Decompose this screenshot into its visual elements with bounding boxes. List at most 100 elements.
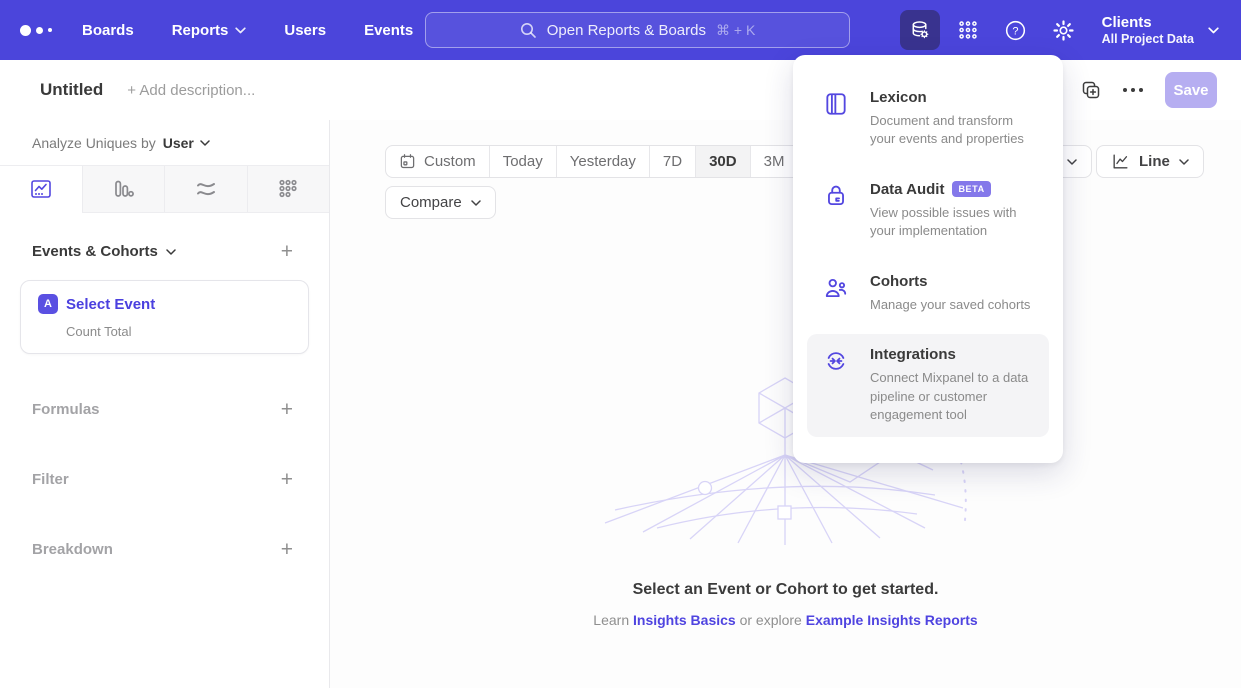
select-event-label[interactable]: Select Event (66, 296, 155, 313)
chart-type-dropdown[interactable]: Line (1096, 145, 1204, 178)
cohorts-people-icon (823, 273, 849, 314)
date-range-label: 7D (663, 153, 682, 170)
filter-label: Filter (32, 471, 69, 488)
example-insights-reports-link[interactable]: Example Insights Reports (806, 612, 978, 628)
metric-chart-tab-icon (276, 177, 300, 201)
analyze-prefix-label: Analyze Uniques by (32, 135, 156, 151)
nav-label: Reports (172, 22, 229, 39)
chevron-down-icon (166, 249, 176, 255)
global-search-input[interactable]: Open Reports & Boards ⌘ + K (425, 12, 850, 48)
nav-item-reports[interactable]: Reports (172, 22, 247, 39)
line-chart-icon (1111, 152, 1130, 171)
empty-state-subtitle: Learn Insights Basics or explore Example… (330, 612, 1241, 628)
menu-item-cohorts[interactable]: Cohorts Manage your saved cohorts (807, 261, 1049, 326)
search-icon (520, 22, 537, 39)
date-range-yesterday[interactable]: Yesterday (556, 146, 649, 177)
empty-state-title: Select an Event or Cohort to get started… (330, 581, 1241, 599)
analyze-uniques-row: Analyze Uniques by User (0, 120, 329, 166)
subtitle-text: or explore (736, 612, 806, 628)
settings-gear-icon[interactable] (1044, 10, 1084, 50)
data-management-icon[interactable] (900, 10, 940, 50)
date-range-3m[interactable]: 3M (750, 146, 798, 177)
nav-label: Events (364, 22, 413, 39)
nav-label: Boards (82, 22, 134, 39)
top-navigation-bar: Boards Reports Users Events Open Reports… (0, 0, 1241, 60)
subtitle-text: Learn (593, 612, 633, 628)
report-title[interactable]: Untitled (40, 80, 103, 100)
beta-badge: BETA (952, 181, 990, 197)
data-audit-icon (823, 181, 849, 241)
chart-type-tabs (0, 166, 329, 213)
more-options-icon[interactable] (1123, 88, 1143, 92)
breakdown-group: Breakdown + (0, 534, 329, 564)
menu-item-integrations[interactable]: Integrations Connect Mixpanel to a data … (807, 334, 1049, 436)
tab-line-chart[interactable] (0, 166, 82, 213)
date-range-label: Yesterday (570, 153, 636, 170)
formulas-group: Formulas + (0, 394, 329, 424)
events-cohorts-section-header: Events & Cohorts + (0, 241, 329, 262)
project-value: All Project Data (1102, 32, 1194, 46)
lexicon-book-icon (823, 89, 849, 149)
date-range-label: 3M (764, 153, 785, 170)
save-button[interactable]: Save (1165, 72, 1217, 108)
bar-chart-tab-icon (111, 177, 135, 201)
nav-right-actions: ? Clients All Project Data (900, 0, 1241, 60)
search-placeholder: Open Reports & Boards (547, 22, 706, 39)
search-shortcut-hint: ⌘ + K (716, 22, 755, 39)
primary-nav: Boards Reports Users Events (82, 22, 413, 39)
apps-grid-icon[interactable] (948, 10, 988, 50)
mixpanel-logo-icon[interactable] (20, 25, 60, 36)
menu-item-data-audit[interactable]: Data Audit BETA View possible issues wit… (807, 169, 1049, 253)
tab-flow-chart[interactable] (164, 166, 247, 212)
event-card[interactable]: A Select Event Count Total (20, 280, 309, 354)
events-cohorts-dropdown[interactable]: Events & Cohorts (32, 243, 176, 260)
analyze-entity-dropdown[interactable]: User (163, 135, 210, 151)
insights-basics-link[interactable]: Insights Basics (633, 612, 736, 628)
filter-group: Filter + (0, 464, 329, 494)
flow-chart-tab-icon (194, 177, 218, 201)
event-series-badge: A (38, 294, 58, 314)
tab-metric-chart[interactable] (247, 166, 330, 212)
menu-item-lexicon[interactable]: Lexicon Document and transform your even… (807, 77, 1049, 161)
date-range-label: 30D (709, 153, 737, 170)
date-range-control: Custom Today Yesterday 7D 30D 3M 6M (385, 145, 846, 178)
tab-bar-chart[interactable] (82, 166, 165, 212)
project-label: Clients (1102, 14, 1194, 33)
calendar-icon (399, 153, 416, 170)
add-event-button[interactable]: + (281, 241, 293, 262)
nav-item-boards[interactable]: Boards (82, 22, 134, 39)
date-range-today[interactable]: Today (489, 146, 556, 177)
help-icon[interactable]: ? (996, 10, 1036, 50)
duplicate-icon[interactable] (1081, 80, 1101, 100)
add-formula-button[interactable]: + (281, 399, 293, 420)
project-selector[interactable]: Clients All Project Data (1102, 14, 1219, 47)
menu-item-title: Cohorts (870, 273, 928, 290)
chart-type-label: Line (1139, 153, 1170, 170)
line-chart-tab-icon (29, 177, 53, 201)
breakdown-label: Breakdown (32, 541, 113, 558)
analyze-entity-value: User (163, 135, 194, 151)
events-cohorts-label: Events & Cohorts (32, 243, 158, 260)
data-management-menu: Lexicon Document and transform your even… (793, 55, 1063, 463)
nav-item-events[interactable]: Events (364, 22, 413, 39)
chevron-down-icon (235, 27, 246, 34)
date-range-label: Today (503, 153, 543, 170)
date-range-30d[interactable]: 30D (695, 146, 750, 177)
add-filter-button[interactable]: + (281, 469, 293, 490)
nav-item-users[interactable]: Users (284, 22, 326, 39)
menu-item-description: Document and transform your events and p… (870, 112, 1039, 149)
chevron-down-icon (1179, 159, 1189, 165)
menu-item-title: Data Audit (870, 181, 944, 198)
date-range-custom[interactable]: Custom (386, 146, 489, 177)
menu-item-description: Manage your saved cohorts (870, 296, 1030, 314)
integrations-sync-icon (823, 346, 849, 424)
compare-dropdown[interactable]: Compare (385, 186, 496, 219)
add-description-field[interactable]: + Add description... (127, 82, 255, 99)
menu-item-title: Integrations (870, 346, 956, 363)
date-range-7d[interactable]: 7D (649, 146, 695, 177)
menu-item-description: View possible issues with your implement… (870, 204, 1039, 241)
event-aggregation-label[interactable]: Count Total (66, 324, 292, 339)
add-breakdown-button[interactable]: + (281, 539, 293, 560)
menu-item-description: Connect Mixpanel to a data pipeline or c… (870, 369, 1039, 424)
menu-item-title: Lexicon (870, 89, 927, 106)
